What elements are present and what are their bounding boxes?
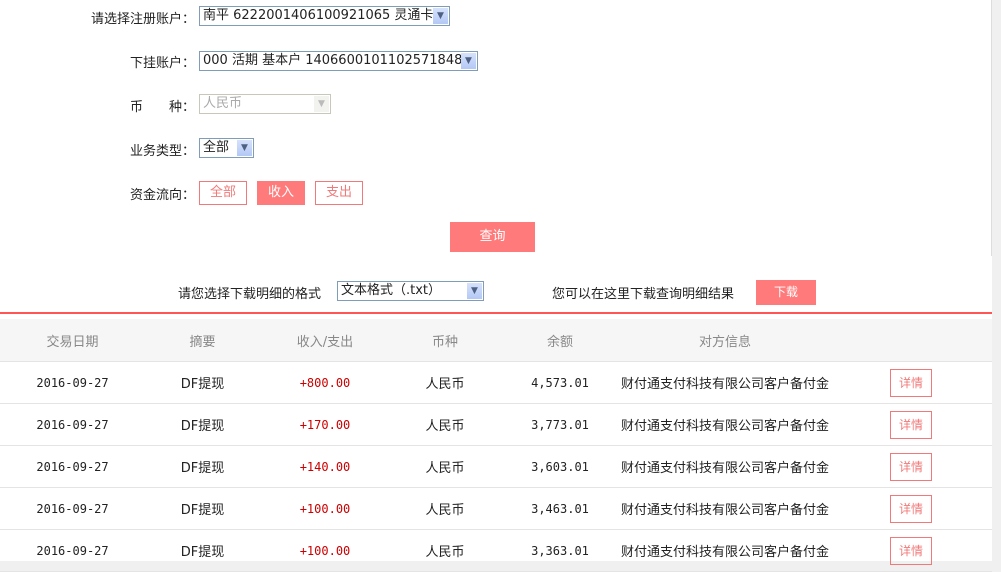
table-header: 交易日期 摘要 收入/支出 币种 余额 对方信息 <box>0 319 992 362</box>
type-label: 业务类型： <box>129 144 195 159</box>
cell-amount: +170.00 <box>260 403 390 446</box>
cell-action: 详情 <box>830 445 992 488</box>
cell-party: 财付通支付科技有限公司客户备付金 <box>620 445 830 488</box>
currency-select: 人民币 ▼ <box>199 94 331 114</box>
cell-amount: +800.00 <box>260 361 390 404</box>
cell-summary: DF提现 <box>145 529 260 572</box>
cell-date: 2016-09-27 <box>0 445 145 488</box>
format-label: 请您选择下载明细的格式 <box>178 287 322 302</box>
type-select[interactable]: 全部 ▼ <box>199 138 254 158</box>
cell-amount: +100.00 <box>260 487 390 530</box>
header-currency: 币种 <box>390 319 500 362</box>
cell-date: 2016-09-27 <box>0 403 145 446</box>
chevron-down-icon[interactable]: ▼ <box>461 53 476 69</box>
cell-currency: 人民币 <box>390 403 500 446</box>
divider <box>0 312 992 314</box>
header-action <box>830 319 992 362</box>
table-row: 2016-09-27 DF提现 +100.00 人民币 3,363.01 财付通支付科技有… <box>0 529 992 572</box>
divider <box>991 0 992 256</box>
chevron-down-icon[interactable]: ▼ <box>433 8 448 24</box>
header-summary: 摘要 <box>145 319 260 362</box>
cell-party: 财付通支付科技有限公司客户备付金 <box>620 487 830 530</box>
account-value: 南平 6222001406100921065 灵通卡 <box>203 8 434 23</box>
cell-action: 详情 <box>830 403 992 446</box>
cell-action: 详情 <box>830 529 992 572</box>
currency-label-text: 币 种： <box>129 100 195 115</box>
flow-label: 资金流向： <box>129 188 195 203</box>
chevron-down-icon[interactable]: ▼ <box>467 283 482 299</box>
cell-currency: 人民币 <box>390 529 500 572</box>
header-date: 交易日期 <box>0 319 145 362</box>
download-hint: 您可以在这里下载查询明细结果 <box>552 287 735 302</box>
cell-summary: DF提现 <box>145 445 260 488</box>
cell-party: 财付通支付科技有限公司客户备付金 <box>620 403 830 446</box>
flow-all-button[interactable]: 全部 <box>199 181 247 205</box>
header-amount: 收入/支出 <box>260 319 390 362</box>
cell-balance: 3,363.01 <box>500 529 620 572</box>
header-balance: 余额 <box>500 319 620 362</box>
detail-button[interactable]: 详情 <box>890 410 932 439</box>
cell-currency: 人民币 <box>390 361 500 404</box>
download-button[interactable]: 下载 <box>756 280 816 305</box>
query-button[interactable]: 查询 <box>450 222 535 252</box>
account-select[interactable]: 南平 6222001406100921065 灵通卡 ▼ <box>199 6 450 26</box>
cell-balance: 4,573.01 <box>500 361 620 404</box>
chevron-down-icon[interactable]: ▼ <box>237 140 252 156</box>
header-party: 对方信息 <box>620 319 830 362</box>
flow-income-button[interactable]: 收入 <box>257 181 305 205</box>
cell-party: 财付通支付科技有限公司客户备付金 <box>620 361 830 404</box>
cell-balance: 3,773.01 <box>500 403 620 446</box>
detail-button[interactable]: 详情 <box>890 368 932 397</box>
sub-account-select[interactable]: 000 活期 基本户 1406600101102571848 ▼ <box>199 51 478 71</box>
table-row: 2016-09-27 DF提现 +100.00 人民币 3,463.01 财付通支付科技有… <box>0 487 992 530</box>
cell-action: 详情 <box>830 361 992 404</box>
sub-account-label: 下挂账户： <box>129 56 195 71</box>
chevron-down-icon: ▼ <box>314 96 329 112</box>
sub-account-value: 000 活期 基本户 1406600101102571848 <box>203 53 463 68</box>
table-row: 2016-09-27 DF提现 +140.00 人民币 3,603.01 财付通支付科技有… <box>0 445 992 488</box>
cell-amount: +140.00 <box>260 445 390 488</box>
account-label: 请选择注册账户： <box>90 12 195 27</box>
detail-button[interactable]: 详情 <box>890 494 932 523</box>
detail-button[interactable]: 详情 <box>890 536 932 565</box>
detail-button[interactable]: 详情 <box>890 452 932 481</box>
transaction-table: 交易日期 摘要 收入/支出 币种 余额 对方信息 2016-09-27 DF提现 +… <box>0 319 992 572</box>
cell-party: 财付通支付科技有限公司客户备付金 <box>620 529 830 572</box>
cell-date: 2016-09-27 <box>0 361 145 404</box>
page: 请选择注册账户： 南平 6222001406100921065 灵通卡 ▼ 下挂账… <box>0 0 992 572</box>
cell-currency: 人民币 <box>390 445 500 488</box>
type-value: 全部 <box>203 140 230 155</box>
cell-action: 详情 <box>830 487 992 530</box>
currency-value: 人民币 <box>203 96 243 111</box>
format-select[interactable]: 文本格式（.txt） ▼ <box>337 281 484 301</box>
cell-balance: 3,463.01 <box>500 487 620 530</box>
cell-date: 2016-09-27 <box>0 529 145 572</box>
cell-summary: DF提现 <box>145 403 260 446</box>
table-row: 2016-09-27 DF提现 +170.00 人民币 3,773.01 财付通支付科技有… <box>0 403 992 446</box>
flow-expense-button[interactable]: 支出 <box>315 181 363 205</box>
cell-currency: 人民币 <box>390 487 500 530</box>
table-row: 2016-09-27 DF提现 +800.00 人民币 4,573.01 财付通支付科技有… <box>0 361 992 404</box>
cell-summary: DF提现 <box>145 361 260 404</box>
cell-balance: 3,603.01 <box>500 445 620 488</box>
cell-summary: DF提现 <box>145 487 260 530</box>
format-value: 文本格式（.txt） <box>341 283 442 298</box>
cell-amount: +100.00 <box>260 529 390 572</box>
cell-date: 2016-09-27 <box>0 487 145 530</box>
